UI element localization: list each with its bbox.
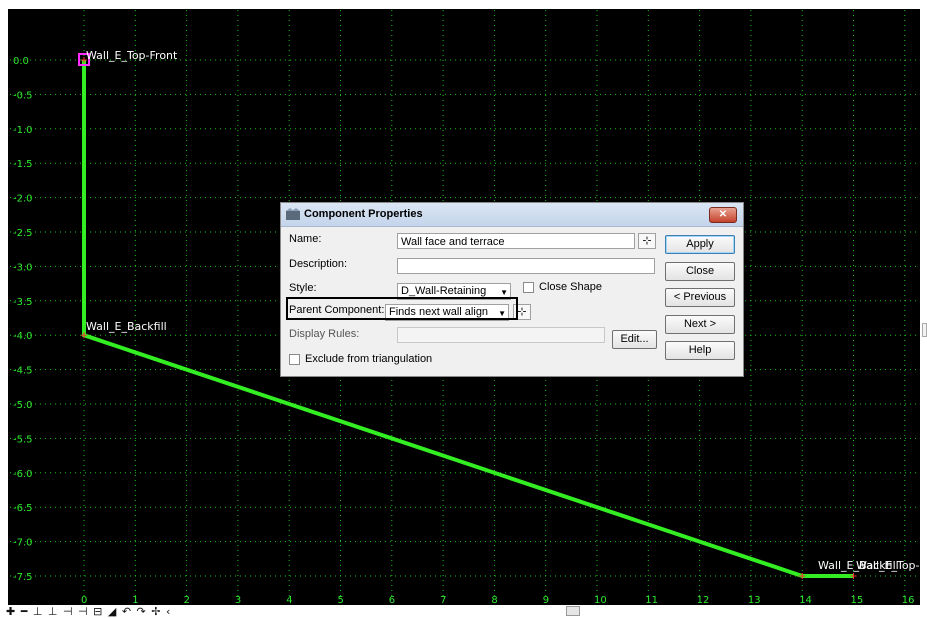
component-icon (286, 208, 300, 220)
point-label-backfill: Wall_E_Backfill (86, 320, 167, 333)
edit-button[interactable]: Edit... (612, 330, 657, 349)
y-tick-label: -5.5 (13, 434, 33, 445)
y-tick-label: -3.0 (13, 262, 33, 273)
y-tick-label: -1.5 (13, 159, 33, 170)
display-rules-field (397, 327, 605, 343)
y-tick-label: -7.0 (13, 538, 33, 549)
exclude-triangulation-checkbox[interactable] (289, 354, 300, 365)
apply-button[interactable]: Apply (665, 235, 735, 254)
y-tick-label: -6.0 (13, 469, 33, 480)
description-label: Description: (289, 258, 348, 270)
previous-button[interactable]: < Previous (665, 288, 735, 307)
y-tick-label: -2.0 (13, 194, 33, 205)
name-field[interactable]: Wall face and terrace (397, 233, 635, 249)
style-label: Style: (289, 282, 317, 294)
y-tick-label: -4.0 (13, 331, 33, 342)
vertical-scrollbar-thumb[interactable] (922, 323, 927, 337)
dialog-title: Component Properties (304, 208, 423, 220)
dialog-titlebar[interactable]: Component Properties ✕ (281, 203, 743, 227)
next-button[interactable]: Next > (665, 315, 735, 334)
point-label-top-front: Wall_E_Top-Front (86, 49, 178, 62)
y-tick-label: -2.5 (13, 228, 33, 239)
close-shape-label: Close Shape (539, 281, 602, 293)
view-toolbar: ✚ ━ ⊥ ⊥ ⊣ ⊣ ⊟ ◢ ↶ ↷ ✢ ‹ (0, 605, 927, 618)
name-label: Name: (289, 233, 322, 245)
parent-component-highlight (286, 297, 518, 320)
horizontal-scrollbar-thumb[interactable] (566, 606, 580, 616)
display-rules-label: Display Rules: (289, 328, 360, 340)
pick-name-icon[interactable]: ⊹ (638, 233, 656, 249)
y-tick-label: -1.0 (13, 125, 33, 136)
close-shape-checkbox[interactable] (523, 282, 534, 293)
description-field[interactable] (397, 258, 655, 274)
close-button[interactable]: Close (665, 262, 735, 281)
close-icon[interactable]: ✕ (709, 207, 737, 223)
y-tick-label: -5.0 (13, 400, 33, 411)
component-properties-dialog: Component Properties ✕ Name: Wall face a… (280, 202, 744, 377)
y-tick-label: 0.0 (13, 56, 29, 67)
y-tick-label: -7.5 (13, 572, 33, 583)
style-value: D_Wall-Retaining (401, 285, 487, 297)
exclude-triangulation-label: Exclude from triangulation (305, 353, 433, 365)
point-label-right-2: Wall_E_Top-Back (856, 559, 927, 572)
y-tick-label: -6.5 (13, 503, 33, 514)
toolbar-icons[interactable]: ✚ ━ ⊥ ⊥ ⊣ ⊣ ⊟ ◢ ↶ ↷ ✢ ‹ (6, 605, 171, 618)
y-tick-label: -3.5 (13, 297, 33, 308)
help-button[interactable]: Help (665, 341, 735, 360)
y-tick-label: -4.5 (13, 366, 33, 377)
y-tick-label: -0.5 (13, 90, 33, 101)
